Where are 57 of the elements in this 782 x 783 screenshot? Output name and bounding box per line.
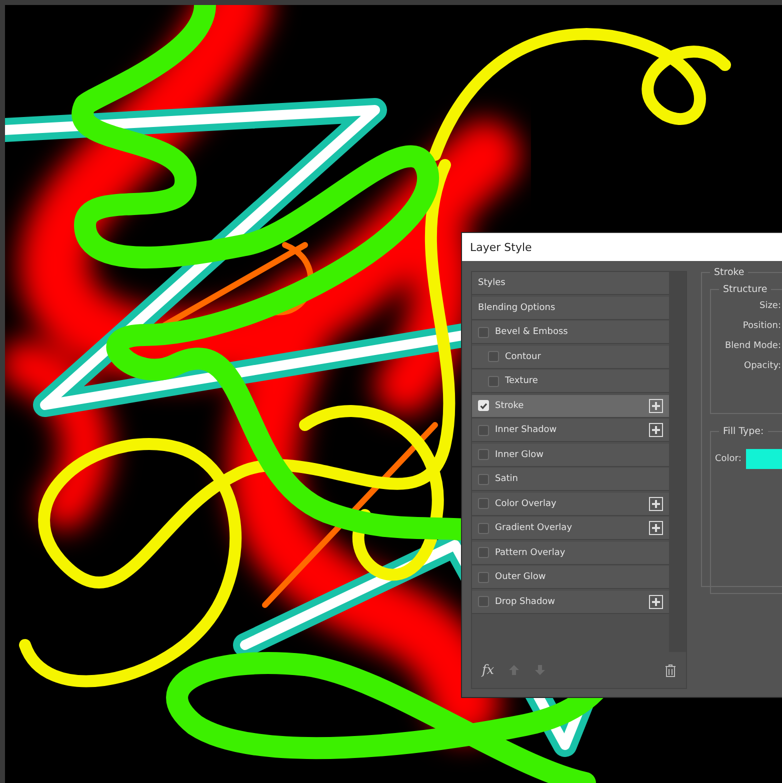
checkbox[interactable] [478, 498, 489, 509]
checkbox[interactable] [478, 572, 489, 582]
checkbox[interactable] [478, 547, 489, 558]
effect-list-item[interactable]: Stroke [472, 394, 669, 418]
add-icon[interactable] [649, 496, 663, 510]
checkbox[interactable] [478, 424, 489, 436]
add-icon[interactable] [649, 423, 663, 437]
styles-list-item[interactable]: Blending Options [472, 296, 669, 320]
field-label: Opacity: [743, 361, 781, 371]
effect-list-item[interactable]: Pattern Overlay [472, 542, 669, 564]
effect-label: Bevel & Emboss [495, 327, 569, 337]
trash-icon[interactable] [665, 664, 676, 676]
effect-list-item[interactable]: Texture [472, 370, 669, 393]
effect-list-item[interactable]: Satin [472, 468, 669, 491]
checkbox[interactable] [478, 474, 489, 484]
scrollbar-track[interactable] [669, 272, 686, 652]
effect-label: Color Overlay [495, 498, 558, 508]
color-label: Color: [715, 454, 742, 464]
effect-label: Gradient Overlay [495, 523, 574, 533]
field-label: Size: [758, 301, 781, 311]
effect-list-item[interactable]: Outer Glow [472, 566, 669, 589]
group-title: Stroke [713, 267, 746, 278]
checkbox[interactable] [488, 376, 499, 386]
up-arrow-icon[interactable] [508, 664, 520, 676]
checkbox[interactable] [478, 326, 489, 338]
effect-label: Drop Shadow [495, 596, 556, 606]
effect-label: Inner Shadow [495, 425, 558, 435]
down-arrow-icon[interactable] [534, 664, 546, 676]
checkbox[interactable] [478, 522, 489, 534]
fill-type-label: Fill Type: [722, 426, 765, 437]
effect-list-item[interactable]: Contour [472, 346, 669, 368]
effect-label: Texture [505, 376, 539, 386]
effect-label: Inner Glow [495, 450, 545, 460]
checkbox[interactable] [478, 449, 489, 460]
effect-list-item[interactable]: Drop Shadow [472, 590, 669, 614]
effect-list-item[interactable]: Bevel & Emboss [472, 321, 669, 344]
add-icon[interactable] [649, 521, 663, 535]
add-icon[interactable] [649, 594, 663, 608]
checkbox[interactable] [478, 596, 489, 607]
effect-label: Contour [505, 352, 542, 362]
effect-label: Outer Glow [495, 572, 547, 582]
checkbox[interactable] [488, 351, 499, 362]
field-label: Position: [742, 321, 781, 331]
effect-list-item[interactable]: Color Overlay [472, 492, 669, 516]
group-title: Structure [722, 284, 768, 295]
effect-label: Pattern Overlay [495, 548, 566, 558]
effect-label: Satin [495, 474, 519, 484]
styles-list-item[interactable]: Styles [472, 272, 669, 295]
add-icon[interactable] [649, 398, 663, 412]
field-label: Blend Mode: [724, 341, 781, 351]
effect-list-item[interactable]: Inner Shadow [472, 419, 669, 442]
effect-list-item[interactable]: Gradient Overlay [472, 517, 669, 540]
effect-list-item[interactable]: Inner Glow [472, 444, 669, 466]
effect-label: Stroke [495, 400, 525, 410]
fx-button[interactable]: fx [482, 662, 494, 678]
color-swatch[interactable] [746, 449, 782, 469]
window-title: Layer Style [470, 240, 532, 254]
